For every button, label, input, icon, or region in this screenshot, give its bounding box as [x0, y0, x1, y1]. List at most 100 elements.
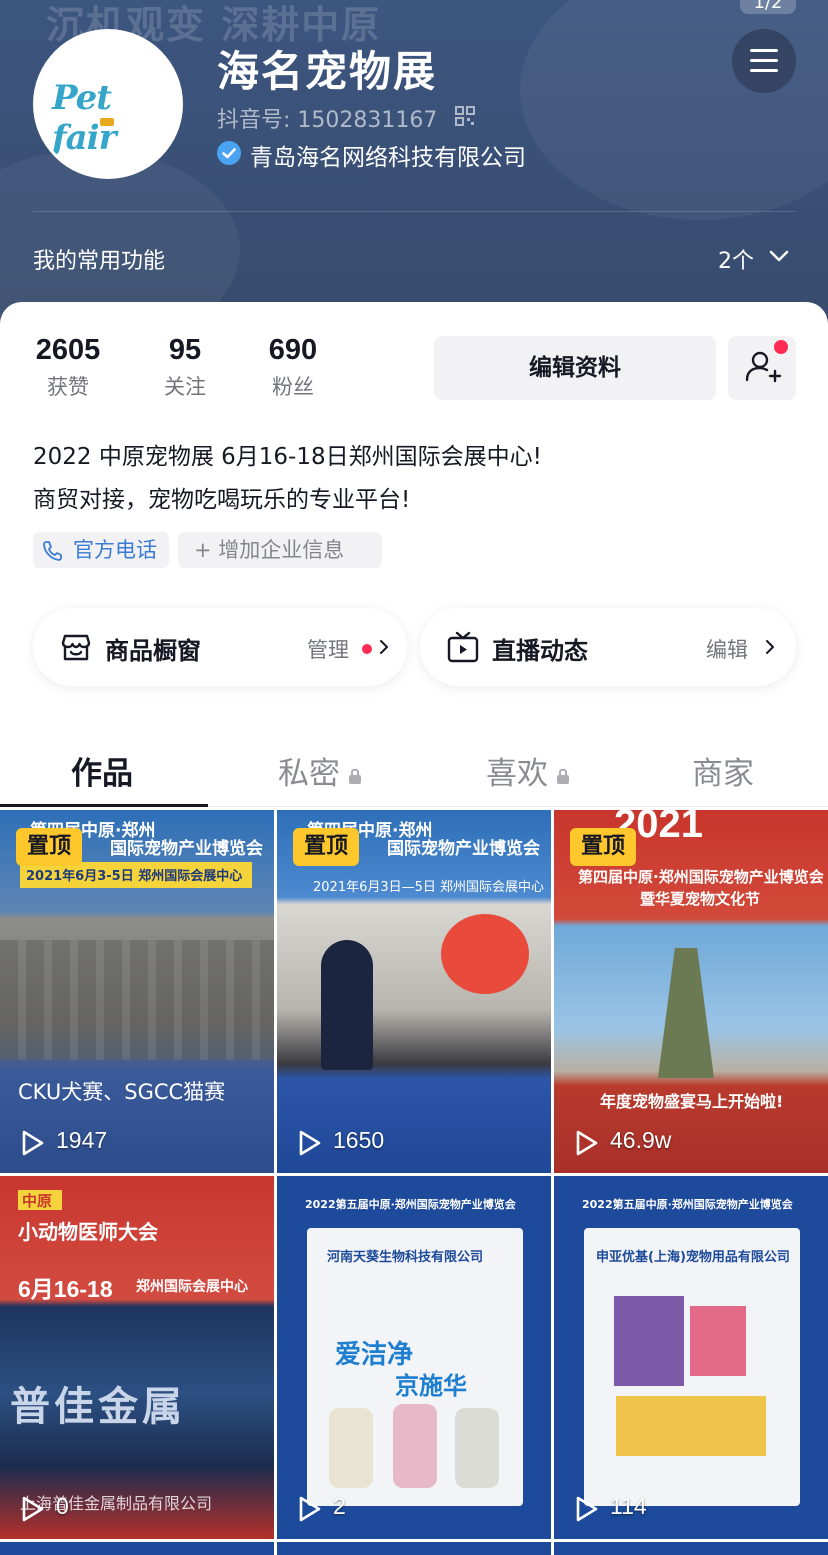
video-tile[interactable]: 2021 第四届中原·郑州国际宠物产业博览会 暨华夏宠物文化节 年度宠物盛宴马上… [554, 810, 828, 1173]
avatar[interactable]: Pet fair [33, 29, 183, 179]
company-name: 申亚优基(上海)宠物用品有限公司 [596, 1250, 790, 1265]
tab-likes-label: 喜欢 [486, 756, 548, 792]
play-count-value: 114 [610, 1493, 647, 1519]
notification-dot [362, 644, 372, 654]
stat-followers-value: 690 [268, 334, 318, 366]
video-title-line: 国际宠物产业博览会 [387, 839, 540, 859]
play-icon [576, 1496, 598, 1522]
play-icon [22, 1130, 44, 1156]
product-package [614, 1296, 684, 1386]
tab-works[interactable]: 作品 [71, 748, 133, 793]
chevron-down-icon[interactable] [768, 248, 790, 264]
qr-code-icon[interactable] [455, 106, 475, 126]
play-icon [299, 1496, 321, 1522]
stat-following-label: 关注 [164, 375, 206, 399]
live-updates-title: 直播动态 [492, 637, 588, 665]
tab-private[interactable]: 私密 [278, 748, 362, 793]
tab-merchant[interactable]: 商家 [692, 748, 754, 793]
nickname: 海名宠物展 [217, 47, 438, 96]
stat-followers[interactable]: 690 粉丝 [262, 334, 324, 401]
video-venue-line: 郑州国际会展中心 [136, 1279, 248, 1295]
edit-link[interactable]: 编辑 [706, 634, 748, 664]
video-tile[interactable] [277, 1542, 551, 1555]
product-brand: 京施华 [395, 1372, 467, 1400]
video-tile[interactable]: 2022第五届中原·郑州国际宠物产业博览会 河南天葵生物科技有限公司 爱洁净 京… [277, 1176, 551, 1539]
video-caption: 年度宠物盛宴马上开始啦! [600, 1092, 784, 1111]
profile-header: 沉机观变 深耕中原 1/2 Pet fair 海名宠物展 抖音号: 150283… [0, 0, 828, 330]
product-bottle [455, 1408, 499, 1488]
video-tile[interactable]: 第四届中原·郑州 国际宠物产业博览会 2021年6月3-5日 郑州国际会展中心 … [0, 810, 274, 1173]
bio: 2022 中原宠物展 6月16-18日郑州国际会展中心! 商贸对接，宠物吃喝玩乐… [33, 436, 542, 522]
play-icon [22, 1496, 44, 1522]
verified-organization[interactable]: 青岛海名网络科技有限公司 [250, 138, 526, 172]
product-package [690, 1306, 746, 1376]
video-title-line: 小动物医师大会 [18, 1220, 158, 1244]
product-showcase-entry[interactable]: 商品橱窗 管理 [33, 608, 407, 686]
tab-likes[interactable]: 喜欢 [486, 748, 570, 793]
avatar-logo-badge [100, 118, 114, 126]
verified-check-icon [217, 141, 241, 165]
menu-button[interactable] [732, 29, 796, 93]
product-bottle [393, 1404, 437, 1488]
phone-icon [43, 541, 62, 561]
notification-dot [774, 340, 788, 354]
add-company-info-tag[interactable]: + 增加企业信息 [178, 532, 382, 568]
company-name: 河南天葵生物科技有限公司 [327, 1250, 484, 1265]
presenter-figure [321, 940, 373, 1070]
video-caption: 上海普佳金属制品有限公司 [20, 1494, 213, 1513]
manage-link[interactable]: 管理 [307, 634, 349, 664]
video-caption: CKU犬赛、SGCC猫赛 [18, 1080, 226, 1104]
video-tile[interactable]: 2022第五届中原·郑州国际宠物产业博览会 申亚优基(上海)宠物用品有限公司 1… [554, 1176, 828, 1539]
video-title-line: 中原 [22, 1192, 53, 1210]
live-updates-entry[interactable]: 直播动态 编辑 [420, 608, 796, 686]
video-tile[interactable] [0, 1542, 274, 1555]
video-title-line: 国际宠物产业博览会 [110, 839, 263, 859]
page-indicator: 1/2 [740, 0, 796, 14]
chevron-right-icon [766, 640, 774, 654]
video-big-text: 普佳金属 [10, 1384, 186, 1430]
video-date-line: 6月16-18 [18, 1276, 113, 1302]
video-tile[interactable]: 第四届中原·郑州 国际宠物产业博览会 2021年6月3日—5日 郑州国际会展中心… [277, 810, 551, 1173]
stat-following[interactable]: 95 关注 [150, 334, 220, 401]
play-count-value: 1947 [56, 1127, 108, 1153]
video-tile[interactable] [554, 1542, 828, 1555]
chevron-right-icon [380, 640, 388, 654]
stat-likes[interactable]: 2605 获赞 [32, 334, 104, 401]
avatar-logo-text: Pet fair [52, 78, 117, 158]
tab-private-label: 私密 [278, 756, 340, 792]
stat-followers-label: 粉丝 [272, 375, 314, 399]
pinned-badge: 置顶 [16, 828, 82, 866]
pinned-badge: 置顶 [570, 828, 636, 866]
stat-following-value: 95 [168, 334, 202, 366]
video-title-line: 暨华夏宠物文化节 [640, 890, 761, 908]
play-icon [299, 1130, 321, 1156]
stat-likes-label: 获赞 [47, 375, 89, 399]
play-count-value: 1650 [333, 1127, 385, 1153]
lock-icon [557, 768, 569, 784]
video-tile[interactable]: 中原 小动物医师大会 6月16-18 郑州国际会展中心 普佳金属 上海普佳金属制… [0, 1176, 274, 1539]
stadium-image [0, 940, 274, 1060]
stat-likes-value: 2605 [35, 334, 101, 366]
active-tab-indicator [0, 804, 208, 807]
video-date-line: 2021年6月3日—5日 郑州国际会展中心 [313, 880, 545, 895]
play-count-value: 0 [56, 1493, 69, 1519]
douyin-id: 抖音号: 1502831167 [217, 108, 438, 133]
product-showcase-title: 商品橱窗 [105, 637, 201, 665]
common-functions-count[interactable]: 2个 [718, 243, 754, 275]
play-count-value: 2 [333, 1493, 346, 1519]
common-functions-label[interactable]: 我的常用功能 [33, 243, 165, 275]
play-count-value: 46.9w [610, 1127, 672, 1153]
video-title-line: 2022第五届中原·郑州国际宠物产业博览会 [305, 1198, 516, 1211]
edit-profile-button[interactable]: 编辑资料 [434, 336, 716, 400]
menu-icon [750, 49, 778, 52]
video-title-line: 第四届中原·郑州国际宠物产业博览会 [578, 868, 824, 886]
shop-icon [61, 634, 91, 661]
lock-icon [349, 768, 361, 784]
mascot-image [441, 914, 529, 994]
bio-line-2: 商贸对接，宠物吃喝玩乐的专业平台! [33, 487, 411, 513]
tv-icon [447, 631, 479, 663]
play-icon [576, 1130, 598, 1156]
product-bottle [329, 1408, 373, 1488]
header-bg-shape [520, 0, 828, 220]
product-package [616, 1396, 766, 1456]
